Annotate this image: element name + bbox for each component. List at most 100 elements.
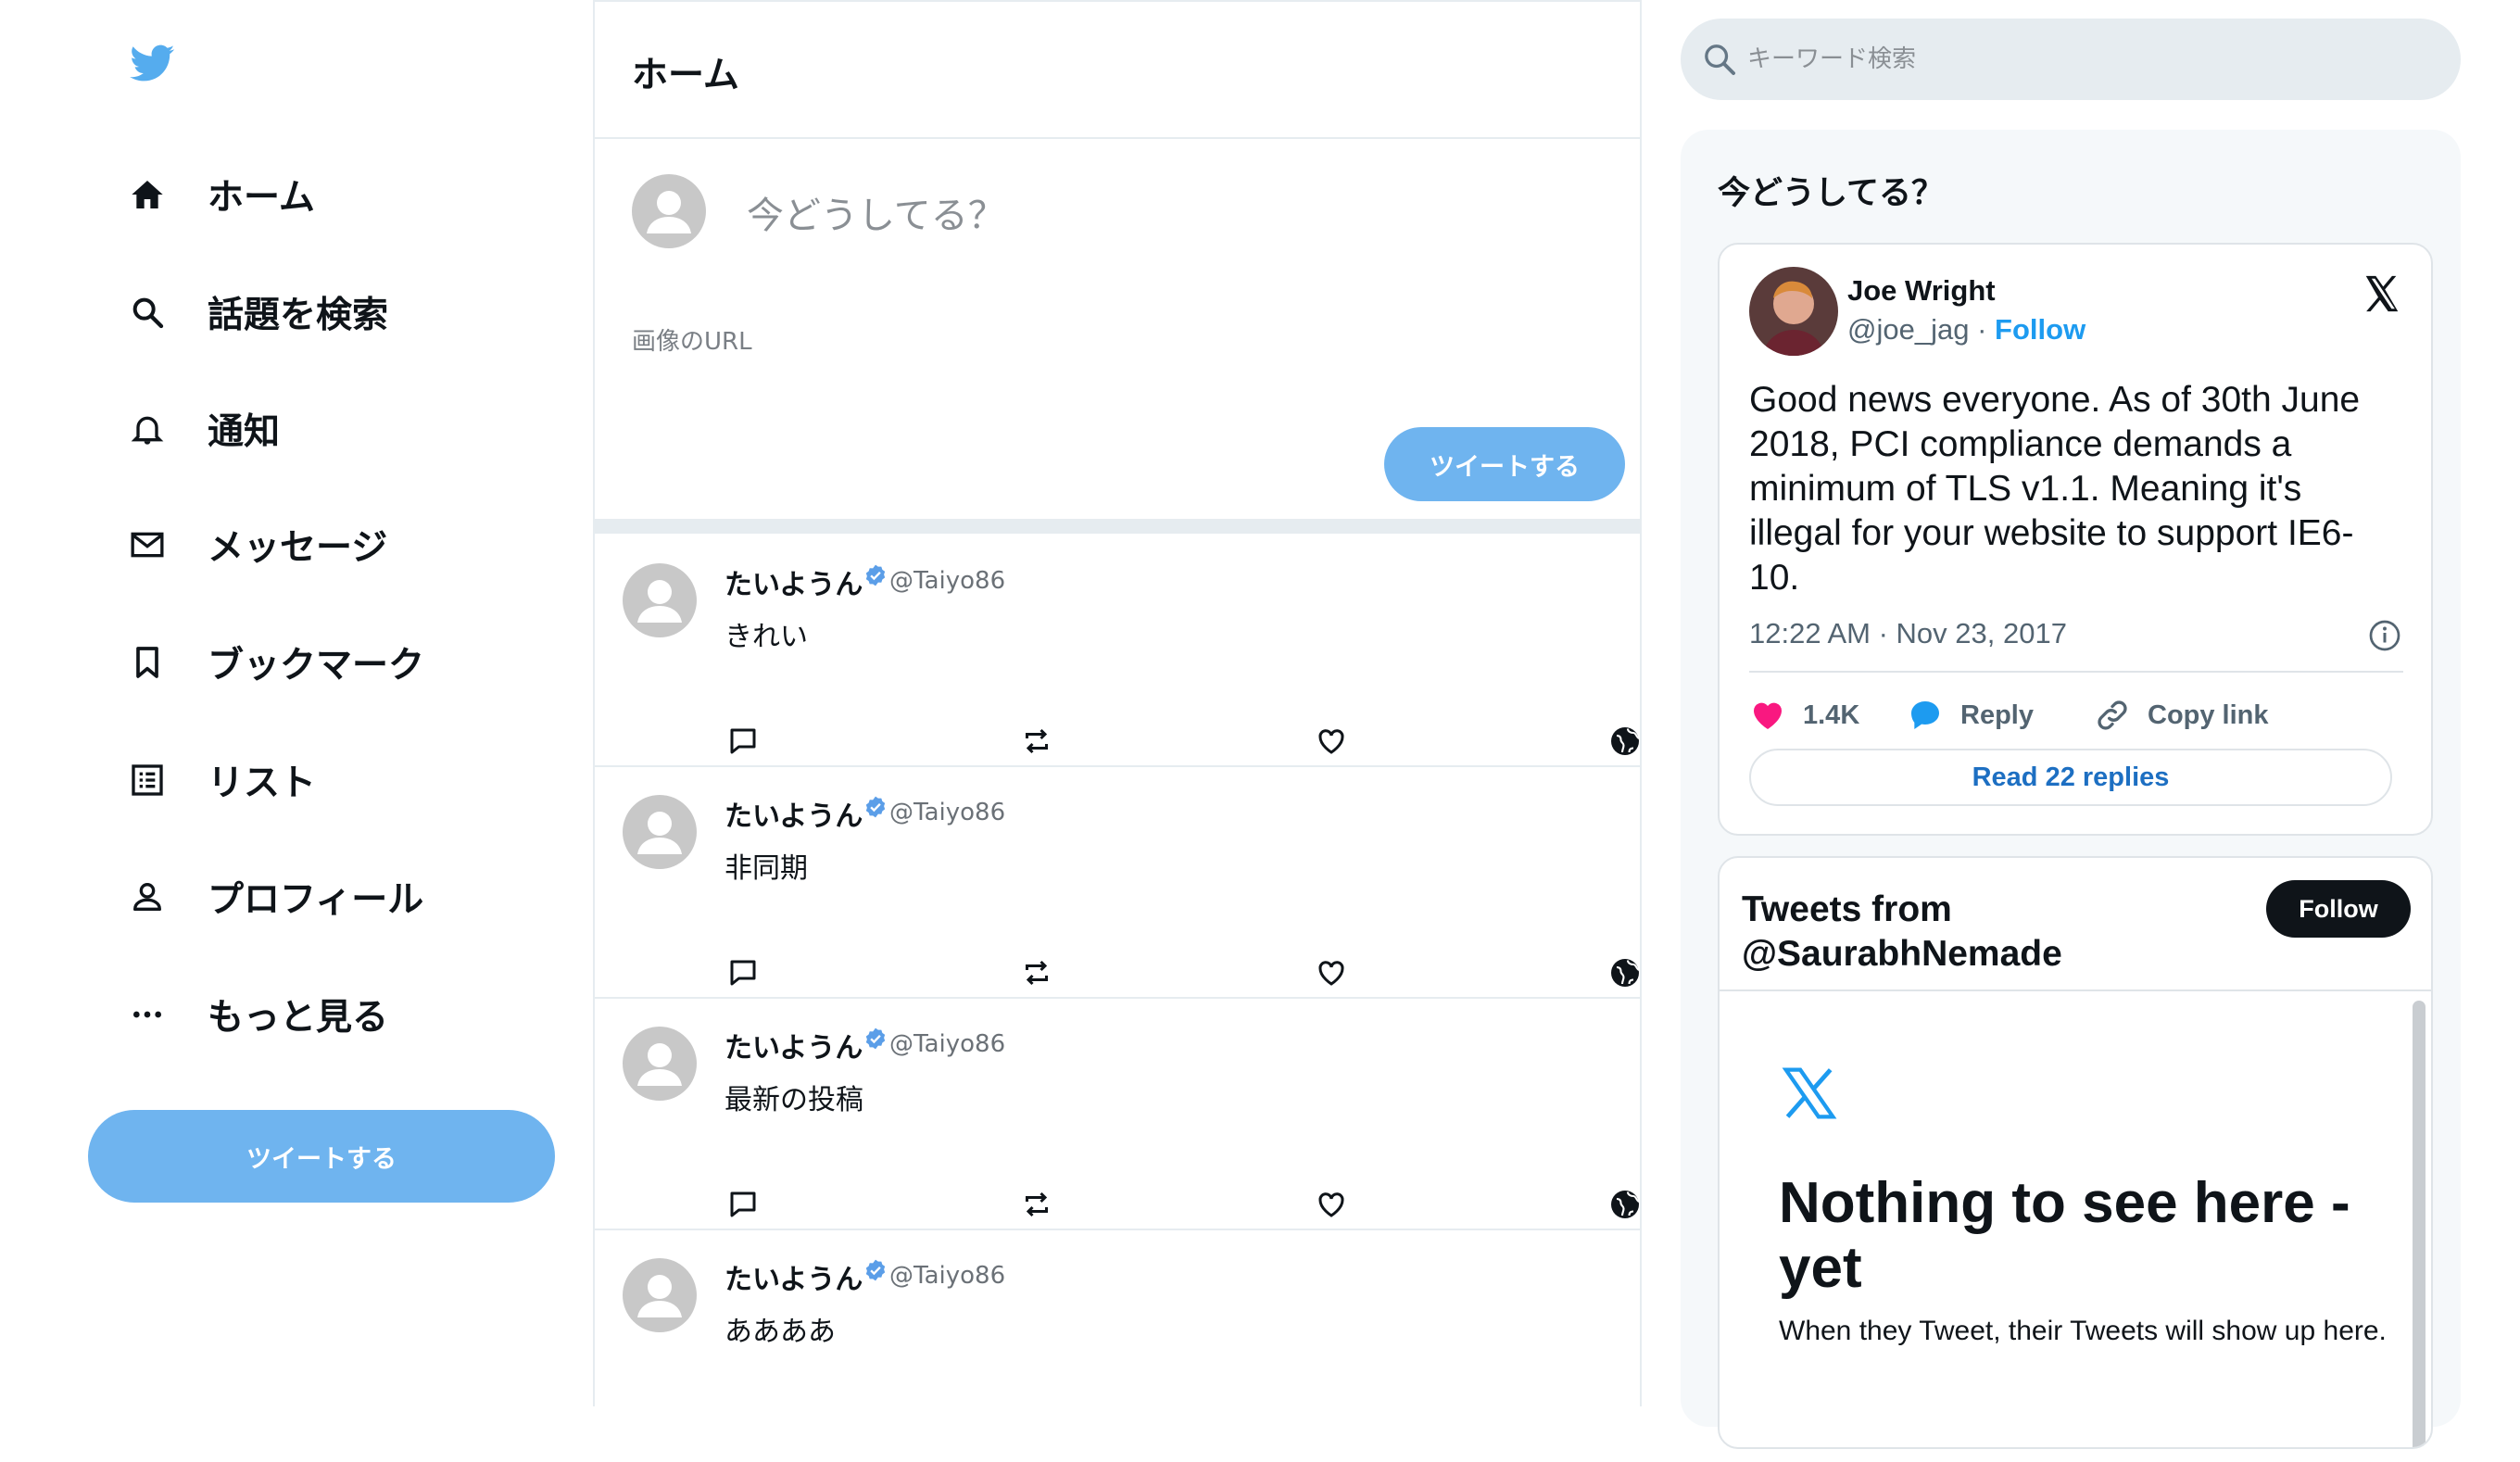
tweet-author-name: たいようん — [724, 1032, 863, 1065]
list-icon — [126, 759, 169, 801]
copy-link-label: Copy link — [2148, 699, 2269, 730]
nav-item-home[interactable]: ホーム — [126, 153, 315, 236]
embed-handle-line: @joe_jag · Follow — [1847, 313, 2085, 347]
timeline-follow-button[interactable]: Follow — [2266, 880, 2411, 938]
author-avatar[interactable] — [1749, 267, 1838, 356]
tweet-handle: @Taiyo86 — [889, 567, 1006, 595]
nav-item-profile[interactable]: プロフィール — [126, 855, 423, 939]
separator: · — [1977, 313, 1987, 346]
verified-badge-icon — [865, 1027, 886, 1050]
retweet-icon[interactable] — [1018, 1186, 1055, 1223]
page-title: ホーム — [632, 55, 739, 96]
sidebar-tweet-button[interactable]: ツイートする — [88, 1110, 555, 1203]
nav-item-lists[interactable]: リスト — [126, 738, 316, 822]
divider — [1749, 671, 2403, 673]
tweet-text: きれい — [724, 621, 808, 653]
tweet-text: 非同期 — [724, 852, 808, 885]
verified-badge-icon — [865, 796, 886, 818]
embed-handle: @joe_jag — [1847, 313, 1970, 346]
tweet-handle: @Taiyo86 — [889, 1262, 1006, 1290]
bell-icon — [126, 408, 169, 450]
x-logo-icon[interactable] — [2361, 272, 2403, 315]
mail-icon — [126, 523, 169, 566]
embed-author-name: Joe Wright — [1847, 274, 1996, 307]
search-icon — [1705, 44, 1735, 75]
globe-icon[interactable] — [1606, 954, 1644, 991]
nav-item-notifications[interactable]: 通知 — [126, 387, 280, 471]
reply-icon[interactable] — [724, 1186, 762, 1223]
more-icon — [126, 993, 169, 1036]
globe-icon[interactable] — [1606, 1186, 1644, 1223]
nav-item-bookmarks[interactable]: ブックマーク — [126, 621, 424, 704]
nav-label: 話題を検索 — [208, 295, 389, 336]
nav-label: プロフィール — [208, 879, 424, 921]
tweet-handle: @Taiyo86 — [889, 1030, 1006, 1058]
bookmark-icon — [126, 641, 169, 684]
embed-copy-link-button[interactable]: Copy link — [2094, 697, 2269, 734]
embed-like-button[interactable]: 1.4K — [1749, 697, 1859, 734]
read-replies-button[interactable]: Read 22 replies — [1749, 749, 2392, 806]
speech-bubble-icon — [1911, 701, 1939, 729]
search-bar[interactable] — [1681, 19, 2461, 100]
nav-item-more[interactable]: もっと見る — [126, 973, 388, 1056]
main-column: ホーム 今どうしてる？ 画像のURL ツイートする たいようん @Taiyo86… — [593, 0, 1642, 1406]
reply-label: Reply — [1960, 699, 2034, 730]
tweet-author-name: たいようん — [724, 569, 863, 601]
globe-icon[interactable] — [1606, 723, 1644, 760]
tweet-author-name: たいようん — [724, 1264, 863, 1296]
nav-label: ブックマーク — [208, 645, 425, 687]
timeline-title: Tweets from @SaurabhNemade — [1742, 889, 2062, 974]
reply-icon[interactable] — [724, 954, 762, 991]
empty-state-subtitle: When they Tweet, their Tweets will show … — [1779, 1316, 2387, 1346]
profile-icon — [126, 876, 169, 918]
nav-label: リスト — [208, 763, 317, 804]
embed-follow-link[interactable]: Follow — [1995, 313, 2085, 346]
avatar — [623, 1027, 697, 1101]
tweet-author-name: たいようん — [724, 800, 863, 833]
compose-input[interactable]: 今どうしてる？ — [747, 185, 1005, 239]
embedded-tweet[interactable]: Joe Wright @joe_jag · Follow Good news e… — [1718, 243, 2433, 836]
tweet-text: 最新の投稿 — [724, 1084, 863, 1116]
embedded-timeline: Tweets from @SaurabhNemade Follow Nothin… — [1718, 856, 2433, 1449]
verified-badge-icon — [865, 1259, 886, 1281]
tweet[interactable]: たいようん @Taiyo86 きれい — [595, 536, 1640, 767]
link-icon — [2098, 700, 2127, 730]
like-icon[interactable] — [1313, 954, 1350, 991]
nav-item-messages[interactable]: メッセージ — [126, 503, 387, 586]
home-icon — [126, 173, 169, 216]
image-url-field[interactable]: 画像のURL — [632, 322, 752, 357]
search-icon — [126, 291, 169, 334]
reply-icon[interactable] — [724, 723, 762, 760]
page-header: ホーム — [595, 0, 1640, 139]
nav-label: ホーム — [208, 177, 315, 219]
tweet-handle: @Taiyo86 — [889, 799, 1006, 826]
avatar — [623, 1258, 697, 1332]
feed-divider — [595, 519, 1640, 534]
like-icon[interactable] — [1313, 1186, 1350, 1223]
tweet[interactable]: たいようん @Taiyo86 ああああ — [595, 1230, 1640, 1462]
nav-label: 通知 — [208, 411, 281, 453]
info-icon[interactable] — [2368, 619, 2401, 652]
twitter-bird-icon[interactable] — [128, 41, 178, 85]
nav-label: メッセージ — [208, 527, 388, 569]
retweet-icon[interactable] — [1018, 723, 1055, 760]
like-count: 1.4K — [1803, 699, 1860, 730]
timeline-scrollbar[interactable] — [2413, 1001, 2426, 1447]
embed-reply-button[interactable]: Reply — [1907, 697, 2034, 734]
compose-tweet-button[interactable]: ツイートする — [1384, 427, 1625, 501]
embed-timestamp[interactable]: 12:22 AM · Nov 23, 2017 — [1749, 617, 2067, 650]
widget-title: 今どうしてる？ — [1718, 175, 1944, 212]
tweet[interactable]: たいようん @Taiyo86 最新の投稿 — [595, 999, 1640, 1230]
avatar — [623, 563, 697, 637]
tweet[interactable]: たいようん @Taiyo86 非同期 — [595, 767, 1640, 999]
search-input[interactable] — [1745, 44, 2398, 74]
avatar — [632, 174, 706, 248]
retweet-icon[interactable] — [1018, 954, 1055, 991]
divider — [1720, 989, 2431, 991]
like-icon[interactable] — [1313, 723, 1350, 760]
empty-state-title: Nothing to see here - yet — [1779, 1171, 2350, 1300]
heart-icon — [1754, 702, 1782, 729]
x-logo-icon — [1782, 1067, 1837, 1119]
avatar — [623, 795, 697, 869]
nav-item-explore[interactable]: 話題を検索 — [126, 271, 388, 354]
